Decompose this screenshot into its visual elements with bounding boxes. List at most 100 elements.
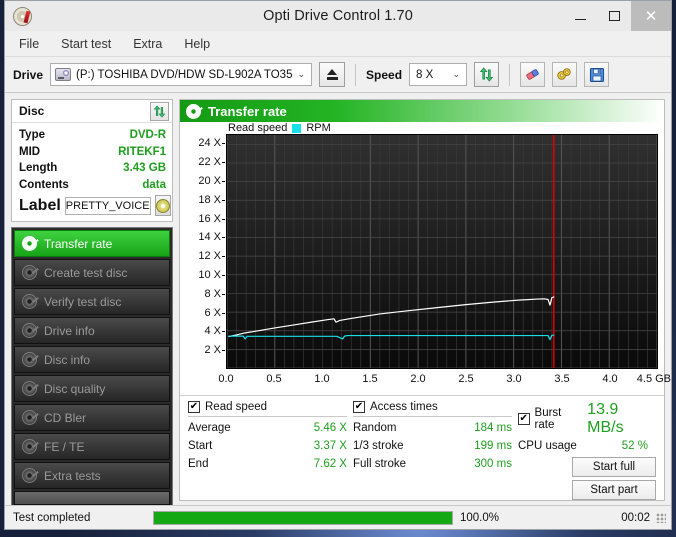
disc-row-type: Type DVD-R: [19, 127, 166, 144]
start-part-button[interactable]: Start part: [572, 480, 656, 500]
disc-row-label: Contents: [19, 178, 69, 191]
refresh-icon: [479, 67, 494, 82]
stat-row-third-stroke: 1/3 stroke 199 ms: [353, 437, 518, 455]
burst-rate-checkbox-label: Burst rate: [534, 407, 562, 431]
window-controls: ✕: [563, 1, 671, 31]
x-axis-tick: 3.0: [506, 373, 522, 385]
y-axis-tick: 10 X: [198, 269, 225, 281]
resize-grip-icon[interactable]: [656, 512, 666, 523]
disc-browse-button[interactable]: [154, 195, 171, 216]
stat-value: 3.37 X: [313, 440, 347, 452]
sidebar-item-cd-bler[interactable]: CD Bler: [14, 404, 170, 431]
eraser-button[interactable]: [520, 62, 546, 87]
drive-select[interactable]: (P:) TOSHIBA DVD/HDW SD-L902A TO35 ⌄: [50, 63, 313, 86]
disc-refresh-button[interactable]: [150, 101, 169, 121]
burst-rate-value: 13.9 MB/s: [587, 401, 624, 436]
stat-row-end: End 7.62 X: [188, 455, 353, 473]
chart-panel: Transfer rate Read speed RPM 24 X 22 X 20 …: [179, 99, 671, 501]
maximize-button[interactable]: [597, 1, 631, 31]
tools-button[interactable]: [552, 62, 578, 87]
stat-label: Full stroke: [352, 458, 407, 470]
menu-bar: File Start test Extra Help: [5, 31, 671, 57]
title-bar: Opti Drive Control 1.70 ✕: [5, 1, 671, 31]
speed-select[interactable]: 8 X ⌄: [409, 63, 468, 86]
disc-quality-icon: [22, 381, 37, 396]
chevron-down-icon: ⌄: [452, 69, 461, 79]
menu-file[interactable]: File: [17, 35, 41, 53]
y-axis-tick: 20 X: [198, 175, 225, 187]
refresh-icon: [153, 104, 166, 118]
disc-row-mid: MID RITEKF1: [19, 144, 166, 161]
sidebar-item-label: CD Bler: [44, 410, 87, 425]
read-speed-checkbox[interactable]: ✔: [188, 401, 200, 413]
eject-button[interactable]: [319, 62, 346, 87]
chart-panel-title: Transfer rate: [208, 103, 287, 119]
sidebar-item-disc-info[interactable]: Disc info: [14, 346, 170, 373]
sidebar-item-extra-tests[interactable]: Extra tests: [14, 462, 170, 489]
minimize-button[interactable]: [563, 1, 597, 31]
read-speed-checkbox-row[interactable]: ✔ Read speed: [188, 401, 353, 413]
close-button[interactable]: ✕: [631, 1, 671, 31]
sidebar-item-drive-info[interactable]: Drive info: [14, 317, 170, 344]
stat-label: Average: [188, 422, 231, 434]
x-axis-tick: 4.5 GB: [636, 373, 672, 385]
divider: [188, 416, 347, 417]
legend-rpm-swatch: [292, 123, 302, 133]
main-body: Disc Type DVD-R MID RITEKF1 Length 3.43 …: [5, 93, 671, 527]
x-axis-labels: 0.0 0.5 1.0 1.5 2.0 2.5 3.0 3.5 4.0 4.5 GB: [218, 373, 671, 391]
drive-info-icon: [22, 323, 37, 338]
burst-rate-checkbox-row[interactable]: ✔ Burst rate 13.9 MB/s: [517, 401, 656, 437]
x-axis-tick: 1.0: [314, 373, 330, 385]
maximize-icon: [608, 11, 620, 21]
sidebar-item-transfer-rate[interactable]: Transfer rate: [14, 230, 170, 257]
stat-value: 199 ms: [474, 440, 512, 452]
elapsed-time: 00:02: [621, 511, 650, 524]
disc-info-panel: Disc Type DVD-R MID RITEKF1 Length 3.43 …: [11, 99, 173, 222]
refresh-button[interactable]: [474, 62, 500, 87]
save-button[interactable]: [584, 62, 610, 87]
y-axis-tick: 2 X: [204, 344, 225, 357]
disc-label-input[interactable]: PRETTY_VOICE: [64, 196, 151, 215]
drive-select-value: (P:) TOSHIBA DVD/HDW SD-L902A TO35: [76, 68, 293, 81]
access-times-checkbox-row[interactable]: ✔ Access times: [352, 401, 518, 413]
sidebar-item-create-test-disc[interactable]: Create test disc: [14, 259, 170, 286]
disc-info-rows: Type DVD-R MID RITEKF1 Length 3.43 GB Co…: [12, 123, 172, 221]
legend-read-speed-label: Read speed: [228, 122, 288, 134]
start-full-button[interactable]: Start full: [572, 457, 656, 477]
chart-panel-header: Transfer rate: [180, 100, 664, 122]
stats-burst-column: ✔ Burst rate 13.9 MB/s CPU usage 52 % St…: [517, 401, 656, 500]
eraser-icon: [526, 69, 539, 80]
legend-rpm-label: RPM: [306, 122, 331, 134]
stat-row-cpu-usage: CPU usage 52 %: [518, 437, 656, 455]
chart-legend: Read speed RPM: [228, 122, 331, 134]
burst-rate-checkbox[interactable]: ✔: [517, 413, 530, 425]
cd-bler-icon: [22, 410, 37, 425]
speed-label: Speed: [366, 67, 403, 82]
stat-row-full-stroke: Full stroke 300 ms: [353, 455, 518, 473]
stat-value: 52 %: [621, 440, 648, 452]
access-times-checkbox[interactable]: ✔: [352, 401, 365, 413]
x-axis-tick: 0.5: [266, 373, 282, 385]
menu-help[interactable]: Help: [182, 35, 212, 53]
speed-select-value: 8 X: [416, 68, 434, 81]
stat-label: Random: [352, 422, 397, 434]
app-disc-icon: [13, 6, 32, 26]
sidebar-item-label: Transfer rate: [44, 236, 113, 251]
left-panel: Disc Type DVD-R MID RITEKF1 Length 3.43 …: [11, 99, 173, 527]
x-axis-tick: 0.0: [218, 373, 234, 385]
y-axis-tick: 8 X: [204, 287, 225, 300]
drive-label: Drive: [13, 67, 44, 82]
stats-read-speed-column: ✔ Read speed Average 5.46 X Start 3.37 X…: [188, 401, 353, 500]
transfer-rate-icon: [186, 103, 201, 119]
disc-panel-title: Disc: [19, 104, 45, 118]
menu-start-test[interactable]: Start test: [59, 35, 113, 53]
sidebar-item-label: FE / TE: [44, 439, 85, 454]
sidebar-item-disc-quality[interactable]: Disc quality: [14, 375, 170, 402]
sidebar-item-fe-te[interactable]: FE / TE: [14, 433, 170, 460]
sidebar-item-verify-test-disc[interactable]: Verify test disc: [14, 288, 170, 315]
disc-row-label: MID: [19, 145, 41, 158]
disc-row-value: RITEKF1: [118, 145, 166, 158]
minimize-icon: [574, 18, 586, 21]
menu-extra[interactable]: Extra: [131, 35, 164, 53]
stat-row-random: Random 184 ms: [353, 419, 518, 437]
